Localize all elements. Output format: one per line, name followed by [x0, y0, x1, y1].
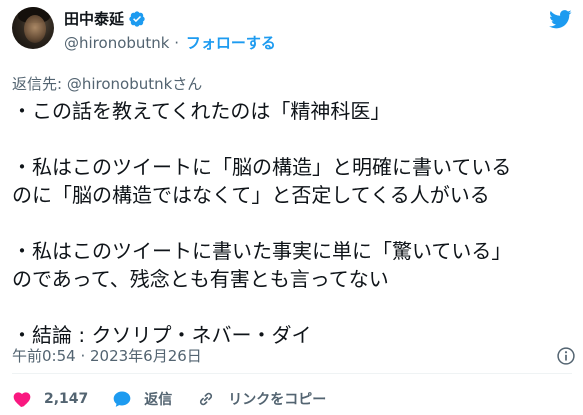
divider [12, 373, 572, 374]
info-icon[interactable] [556, 346, 576, 366]
author-handle[interactable]: @hironobutnk [64, 34, 169, 52]
author-handle-row: @hironobutnk · フォローする [64, 33, 276, 53]
like-button[interactable]: 2,147 [12, 389, 88, 409]
follow-button[interactable]: フォローする [186, 34, 276, 52]
avatar-face [24, 15, 46, 43]
tweet-body-line: ・私はこのツイートに書いた事実に単に「驚いている」 [12, 239, 512, 263]
tweet-timestamp[interactable]: 午前0:54 · 2023年6月26日 [12, 346, 202, 366]
heart-icon [13, 392, 31, 408]
tweet-body-line [12, 293, 577, 321]
tweet-body-line: ・結論 : クソリプ・ネバー・ダイ [12, 323, 312, 347]
tweet-body: ・この話を教えてくれたのは「精神科医」 ・私はこのツイートに「脳の構造」と明確に… [12, 97, 577, 349]
speech-bubble-icon [113, 391, 131, 407]
reply-to-label: 返信先: @hironobutnkさん [12, 75, 203, 93]
copy-link-button[interactable]: リンクをコピー [196, 389, 326, 409]
tweet-body-line: ・私はこのツイートに「脳の構造」と明確に書いている [12, 155, 512, 179]
link-icon [200, 392, 213, 406]
reply-label: 返信 [144, 392, 173, 408]
handle-separator: · [174, 34, 180, 52]
reply-button[interactable]: 返信 [112, 389, 172, 409]
tweet-body-line: のに「脳の構造ではなくて」と否定してくる人がいる [12, 183, 490, 207]
copy-link-label: リンクをコピー [228, 392, 327, 408]
like-count: 2,147 [44, 391, 89, 407]
verified-badge-icon [129, 11, 145, 27]
action-bar: 2,147 返信 リンクをコピー [12, 387, 326, 411]
avatar[interactable] [12, 7, 54, 49]
tweet-body-line: のであって、残念とも有害とも言ってない [12, 267, 389, 291]
tweet-body-line [12, 125, 577, 153]
author-name-row: 田中泰延 [64, 9, 146, 29]
tweet-card: 田中泰延 @hironobutnk · フォローする 返信先: @hironob… [0, 0, 583, 415]
author-name[interactable]: 田中泰延 [64, 9, 124, 29]
tweet-body-line [12, 209, 577, 237]
twitter-bird-icon[interactable] [549, 10, 572, 29]
tweet-body-line: ・この話を教えてくれたのは「精神科医」 [12, 99, 391, 123]
